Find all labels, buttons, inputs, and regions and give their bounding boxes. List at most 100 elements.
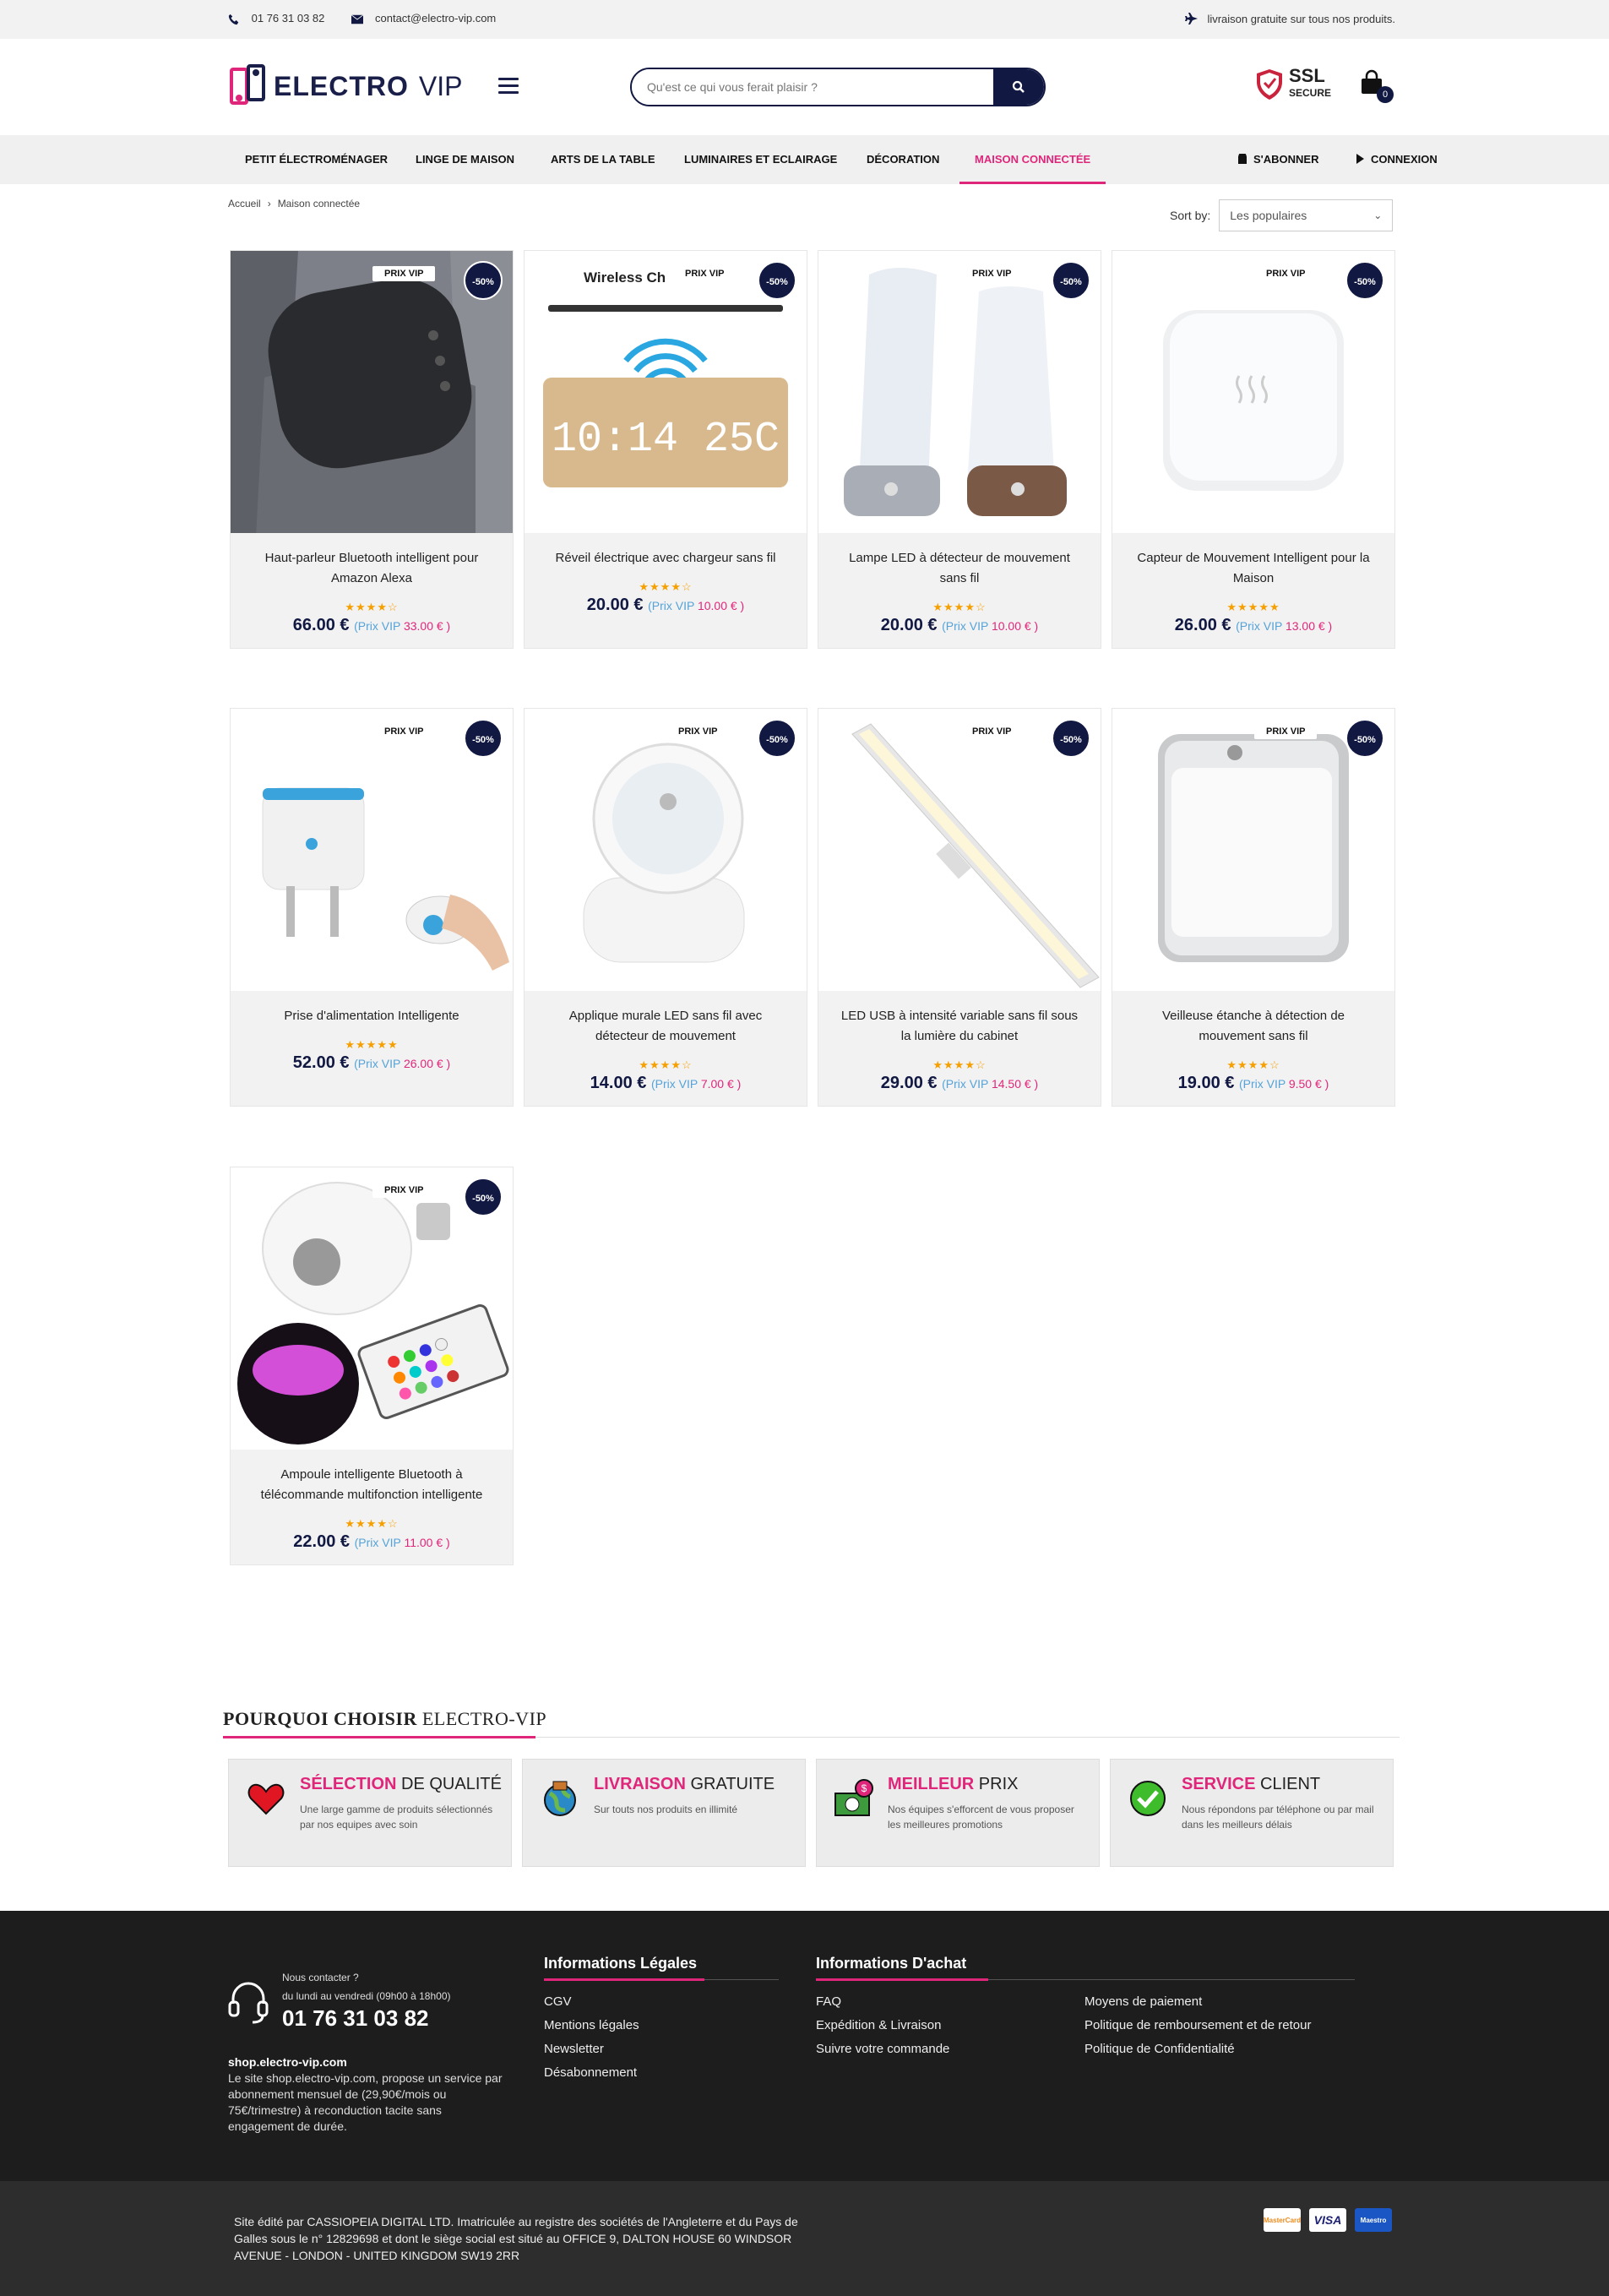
product-price: 66.00 € (Prix VIP 33.00 € ) bbox=[231, 616, 513, 635]
airplane-icon bbox=[1185, 13, 1199, 24]
price-value: 66.00 € bbox=[292, 616, 350, 634]
product-card[interactable]: PRIX VIP -50% Haut-parleur Bluetooth int… bbox=[230, 250, 514, 649]
product-name[interactable]: Réveil électrique avec chargeur sans fil bbox=[541, 548, 790, 569]
top-phone-text: 01 76 31 03 82 bbox=[251, 12, 325, 24]
why-card-price: $ Meilleur prix Nos équipes s'efforcent … bbox=[816, 1759, 1100, 1867]
why-desc: Nos équipes s'efforcent de vous proposer… bbox=[888, 1804, 1074, 1831]
discount-badge: -50% bbox=[1052, 719, 1090, 758]
rating-stars: ★★★★☆ bbox=[639, 580, 693, 593]
nav-luminaires[interactable]: Luminaires et eclairage bbox=[684, 135, 837, 184]
logo-text-main: ELECTRO bbox=[274, 70, 409, 101]
discount-badge: -50% bbox=[1052, 261, 1090, 300]
footer-phone[interactable]: 01 76 31 03 82 bbox=[282, 2005, 451, 2032]
nav-subscribe[interactable]: S'abonner bbox=[1238, 135, 1319, 184]
nav-login[interactable]: Connexion bbox=[1356, 135, 1438, 184]
product-price: 20.00 € (Prix VIP 10.00 € ) bbox=[586, 596, 745, 614]
product-card[interactable]: PRIX VIP -50% Capteur de Mouvement Intel… bbox=[1112, 250, 1395, 649]
footer-link-tracking[interactable]: Suivre votre commande bbox=[816, 2038, 1084, 2061]
product-card[interactable]: PRIX VIP -50% Lampe LED à détecteur de m… bbox=[818, 250, 1101, 649]
prix-vip-badge: PRIX VIP bbox=[673, 266, 737, 281]
product-name[interactable]: Applique murale LED sans fil avec détect… bbox=[541, 1006, 790, 1047]
product-price: 29.00 € (Prix VIP 14.50 € ) bbox=[880, 1074, 1039, 1092]
breadcrumb-current: Maison connectée bbox=[277, 198, 361, 209]
menu-hamburger-icon[interactable] bbox=[498, 78, 519, 95]
footer-link-payment[interactable]: Moyens de paiement bbox=[1084, 1990, 1311, 2014]
product-price: 26.00 € (Prix VIP 13.00 € ) bbox=[1174, 616, 1333, 634]
footer-link-refund[interactable]: Politique de remboursement et de retour bbox=[1084, 2014, 1311, 2038]
logo-circuit-icon bbox=[230, 64, 265, 105]
search-button[interactable] bbox=[993, 69, 1044, 105]
rating-stars: ★★★★☆ bbox=[345, 601, 399, 613]
nav-petit-electromenager[interactable]: Petit électroménager bbox=[245, 135, 388, 184]
product-price: 52.00 € (Prix VIP 26.00 € ) bbox=[292, 1053, 451, 1072]
rating-stars: ★★★★☆ bbox=[639, 1058, 693, 1071]
product-name[interactable]: Lampe LED à détecteur de mouvement sans … bbox=[835, 548, 1084, 589]
nav-decoration[interactable]: Décoration bbox=[867, 135, 939, 184]
product-card[interactable]: PRIX VIP -50% LED USB à intensité variab… bbox=[818, 708, 1101, 1107]
nav-login-label: Connexion bbox=[1371, 153, 1438, 166]
product-name[interactable]: LED USB à intensité variable sans fil so… bbox=[835, 1006, 1084, 1047]
image-overlay-text: Wireless Ch bbox=[584, 269, 666, 286]
why-divider-accent bbox=[223, 1736, 535, 1738]
product-price: 19.00 € (Prix VIP 9.50 € ) bbox=[1177, 1074, 1329, 1092]
product-card[interactable]: PRIX VIP -50% Ampoule intelligente Bluet… bbox=[230, 1167, 514, 1565]
top-email-text: contact@electro-vip.com bbox=[375, 12, 497, 24]
ssl-text: SSL SECURE bbox=[1289, 65, 1332, 100]
footer-link-newsletter[interactable]: Newsletter bbox=[544, 2038, 779, 2061]
product-card[interactable]: PRIX VIP -50% Applique murale LED sans f… bbox=[524, 708, 807, 1107]
footer-site-name: shop.electro-vip.com bbox=[228, 2055, 347, 2069]
breadcrumb-home[interactable]: Accueil bbox=[228, 198, 261, 209]
product-name[interactable]: Ampoule intelligente Bluetooth à télécom… bbox=[247, 1465, 496, 1505]
product-name[interactable]: Haut-parleur Bluetooth intelligent pour … bbox=[247, 548, 496, 589]
prix-vip-badge: PRIX VIP bbox=[1254, 266, 1318, 281]
rating-stars: ★★★★☆ bbox=[345, 1517, 399, 1530]
footer-link-faq[interactable]: FAQ bbox=[816, 1990, 1084, 2014]
clock-display-text: 10:14 25C bbox=[552, 416, 780, 464]
main-nav: Petit électroménager Linge de maison Art… bbox=[0, 135, 1609, 184]
why-heading: Service client bbox=[1182, 1775, 1321, 1793]
product-card[interactable]: PRIX VIP -50% Prise d'alimentation Intel… bbox=[230, 708, 514, 1107]
product-name[interactable]: Capteur de Mouvement Intelligent pour la… bbox=[1129, 548, 1378, 589]
product-name[interactable]: Prise d'alimentation Intelligente bbox=[247, 1006, 496, 1026]
why-desc: Nous répondons par téléphone ou par mail… bbox=[1182, 1804, 1374, 1831]
product-card[interactable]: 10:14 25C Wireless Ch PRIX VIP -50% Réve… bbox=[524, 250, 807, 649]
sort-select[interactable]: Les populaires ⌄ bbox=[1219, 199, 1394, 231]
money-icon: $ bbox=[834, 1779, 873, 1816]
globe-delivery-icon bbox=[544, 1781, 576, 1816]
cart-count-badge: 0 bbox=[1377, 86, 1394, 103]
discount-badge: -50% bbox=[758, 719, 796, 758]
play-icon bbox=[1356, 154, 1364, 164]
cart-button[interactable]: 0 bbox=[1358, 69, 1394, 103]
sort-control: Sort by: Les populaires ⌄ bbox=[1170, 199, 1394, 231]
email-contact[interactable]: contact@electro-vip.com bbox=[351, 12, 496, 25]
product-price: 22.00 € (Prix VIP 11.00 € ) bbox=[293, 1532, 450, 1551]
nav-arts-de-la-table[interactable]: Arts de la table bbox=[551, 135, 655, 184]
discount-badge: -50% bbox=[464, 719, 503, 758]
sort-selected-value: Les populaires bbox=[1230, 209, 1307, 222]
heart-icon bbox=[247, 1783, 285, 1815]
footer-link-mentions[interactable]: Mentions légales bbox=[544, 2014, 779, 2038]
footer-link-shipping[interactable]: Expédition & Livraison bbox=[816, 2014, 1084, 2038]
sort-label: Sort by: bbox=[1170, 209, 1211, 222]
discount-badge: -50% bbox=[464, 1178, 503, 1216]
user-icon bbox=[1238, 154, 1247, 164]
product-name[interactable]: Veilleuse étanche à détection de mouveme… bbox=[1129, 1006, 1378, 1047]
search-input[interactable] bbox=[632, 69, 993, 105]
phone-contact[interactable]: 01 76 31 03 82 bbox=[228, 12, 324, 25]
footer-link-cgv[interactable]: CGV bbox=[544, 1990, 779, 2014]
rating-stars: ★★★★☆ bbox=[932, 1058, 987, 1071]
prix-vip-badge: PRIX VIP bbox=[960, 266, 1024, 281]
site-logo[interactable]: ELECTRO VIP bbox=[228, 64, 462, 108]
footer-link-privacy[interactable]: Politique de Confidentialité bbox=[1084, 2038, 1311, 2061]
product-price: 20.00 € (Prix VIP 10.00 € ) bbox=[880, 616, 1039, 634]
why-card-delivery: Livraison gratuite Sur touts nos produit… bbox=[522, 1759, 806, 1867]
discount-badge: -50% bbox=[1345, 261, 1384, 300]
nav-linge-de-maison[interactable]: Linge de maison bbox=[416, 135, 514, 184]
footer-link-unsubscribe[interactable]: Désabonnement bbox=[544, 2061, 779, 2085]
vip-price: (Prix VIP 33.00 € ) bbox=[354, 619, 451, 633]
footer-about-text: Le site shop.electro-vip.com, propose un… bbox=[228, 2071, 503, 2133]
rating-stars: ★★★★☆ bbox=[932, 601, 987, 613]
product-card[interactable]: PRIX VIP -50% Veilleuse étanche à détect… bbox=[1112, 708, 1395, 1107]
page: 01 76 31 03 82 contact@electro-vip.com l… bbox=[0, 0, 1609, 2296]
nav-maison-connectee[interactable]: Maison connectée bbox=[959, 135, 1106, 184]
